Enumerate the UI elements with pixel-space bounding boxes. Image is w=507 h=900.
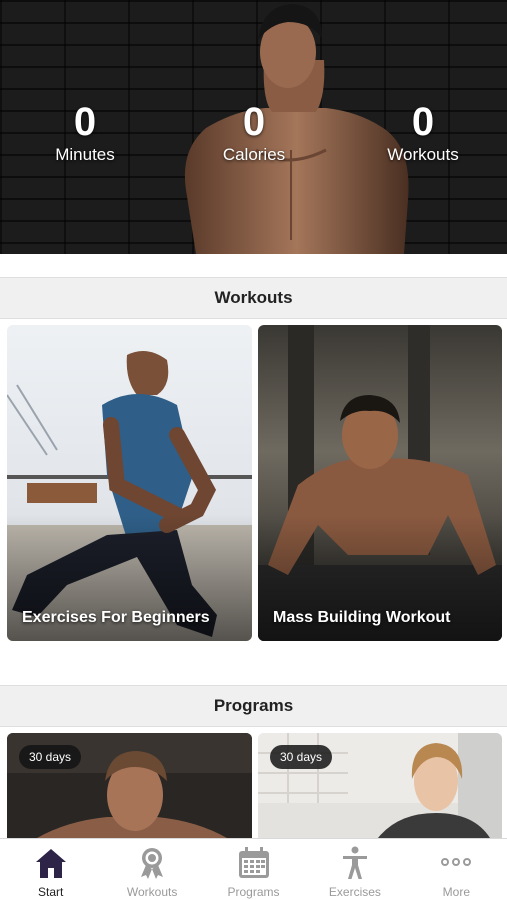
workout-card-mass-building-image bbox=[258, 325, 502, 641]
tab-more[interactable]: More bbox=[406, 839, 507, 900]
program-card-1[interactable]: 30 days bbox=[7, 733, 252, 838]
tab-exercises-label: Exercises bbox=[328, 885, 381, 899]
programs-section-header: Programs bbox=[0, 685, 507, 727]
workout-card-mass-building-title: Mass Building Workout bbox=[273, 609, 451, 626]
program-card-2[interactable]: 30 days bbox=[258, 733, 502, 838]
person-icon bbox=[342, 846, 367, 879]
stat-minutes: 0 Minutes bbox=[25, 100, 145, 166]
stat-workouts: 0 Workouts bbox=[363, 100, 483, 166]
workout-card-mass-building[interactable]: Mass Building Workout bbox=[258, 325, 502, 641]
more-dots-icon bbox=[441, 858, 472, 866]
stat-calories-value: 0 bbox=[242, 100, 266, 144]
tab-exercises[interactable]: Exercises bbox=[304, 839, 405, 900]
workout-card-beginners-title: Exercises For Beginners bbox=[22, 609, 210, 626]
tab-workouts[interactable]: Workouts bbox=[101, 839, 202, 900]
stat-workouts-label: Workouts bbox=[387, 145, 459, 164]
bottom-tab-bar: Start Workouts Programs Exercises More bbox=[0, 838, 507, 900]
stat-minutes-label: Minutes bbox=[55, 145, 115, 164]
workouts-section-header: Workouts bbox=[0, 277, 507, 319]
tab-start[interactable]: Start bbox=[0, 839, 101, 900]
tab-start-label: Start bbox=[38, 885, 64, 899]
stat-calories-label: Calories bbox=[222, 145, 286, 164]
calendar-icon bbox=[238, 847, 269, 878]
program-card-2-duration-badge: 30 days bbox=[270, 745, 333, 769]
tab-more-label: More bbox=[442, 885, 470, 899]
medal-icon bbox=[141, 848, 164, 879]
stat-workouts-value: 0 bbox=[411, 100, 435, 144]
stat-minutes-value: 0 bbox=[73, 100, 97, 144]
tab-programs[interactable]: Programs bbox=[203, 839, 304, 900]
program-card-1-duration-badge: 30 days bbox=[19, 745, 82, 769]
home-icon bbox=[35, 849, 66, 878]
workout-card-beginners-image bbox=[7, 325, 252, 641]
stat-calories: 0 Calories bbox=[194, 100, 314, 166]
tab-workouts-label: Workouts bbox=[126, 885, 178, 899]
tab-programs-label: Programs bbox=[227, 885, 280, 899]
workout-card-beginners[interactable]: Exercises For Beginners bbox=[7, 325, 252, 641]
hero-banner: 0 Minutes 0 Calories 0 Workouts bbox=[0, 0, 507, 254]
